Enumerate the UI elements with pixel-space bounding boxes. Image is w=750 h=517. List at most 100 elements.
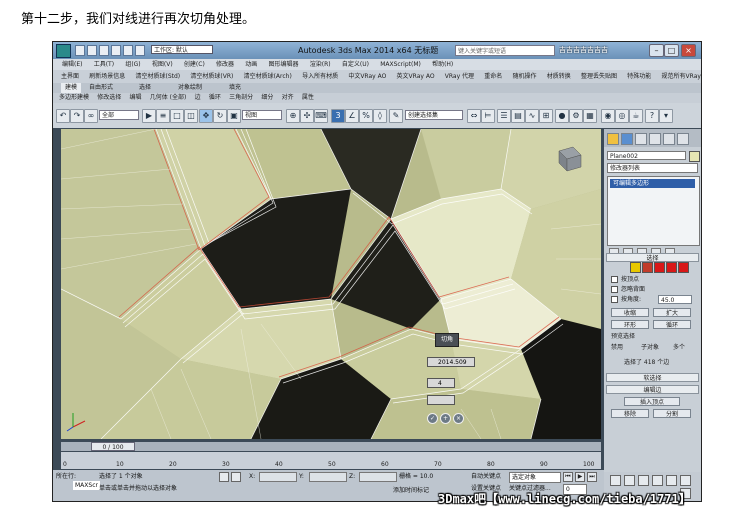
zoom-extents-icon[interactable] [638, 475, 649, 486]
cancel-icon[interactable]: × [453, 413, 464, 424]
ok-icon[interactable]: ✓ [427, 413, 438, 424]
stack-item-editable-poly[interactable]: 可编辑多边形 [610, 179, 695, 188]
maxscript-listener[interactable]: MAXScr [73, 481, 100, 490]
reference-coordinate-dropdown[interactable]: 视图 [242, 110, 282, 120]
modify-tab-icon[interactable] [621, 133, 633, 145]
scale-icon[interactable]: ▣ [227, 109, 241, 123]
plugin-item[interactable]: 清空材质球(Arch) [244, 70, 292, 83]
ribbon-item[interactable]: 编辑 [130, 93, 142, 103]
object-color-swatch[interactable] [689, 151, 700, 162]
help-icon[interactable]: ? [645, 109, 659, 123]
field-of-view-icon[interactable] [652, 475, 663, 486]
preview-multi-radio[interactable]: 多个 [673, 343, 685, 352]
ribbon-tab-modeling[interactable]: 建模 [61, 83, 82, 93]
plugin-item[interactable]: 规范所有VRay材 [662, 70, 701, 83]
pivot-center-icon[interactable]: ⊕ [286, 109, 300, 123]
x-coordinate-field[interactable] [259, 472, 297, 482]
go-to-start-icon[interactable]: ⏮ [563, 472, 573, 482]
schematic-view-icon[interactable]: ⊞ [539, 109, 553, 123]
plugin-item[interactable]: 导入所有材质 [302, 70, 338, 83]
zoom-icon[interactable] [610, 475, 621, 486]
plugin-item[interactable]: 清空材质球(VR) [190, 70, 233, 83]
ignore-backfacing-checkbox[interactable]: 忽略背面 [611, 286, 645, 294]
angle-value-field[interactable]: 45.0 [658, 295, 692, 304]
chamfer-amount-field[interactable]: 2014.509 [427, 357, 475, 367]
layer-manager-icon[interactable]: ☰ [497, 109, 511, 123]
menu-help[interactable]: 帮助(H) [432, 59, 453, 70]
new-file-icon[interactable] [75, 45, 85, 56]
preview-subobject-radio[interactable]: 子对象 [641, 343, 659, 352]
plugin-item[interactable]: 刷新场景信息 [89, 70, 125, 83]
grow-button[interactable]: 扩大 [653, 308, 691, 317]
plugin-item[interactable]: 中文VRay AO [348, 70, 386, 83]
preview-disabled-radio[interactable]: 禁用 [611, 343, 623, 352]
time-slider[interactable]: 0 / 100 [61, 442, 601, 451]
edit-named-selection-icon[interactable]: ✎ [389, 109, 403, 123]
ribbon-tab-selection[interactable]: 选择 [139, 83, 151, 93]
ribbon-item[interactable]: 细分 [261, 93, 273, 103]
named-selection-dropdown[interactable]: 创建选择集 [405, 110, 463, 120]
menu-create[interactable]: 创建(C) [184, 59, 205, 70]
menu-views[interactable]: 视图(V) [152, 59, 173, 70]
maximize-button[interactable]: □ [664, 44, 679, 57]
plugin-item[interactable]: 重命名 [484, 70, 502, 83]
mirror-icon[interactable]: ⇔ [467, 109, 481, 123]
split-button[interactable]: 分割 [653, 409, 691, 418]
ring-button[interactable]: 环形 [611, 320, 649, 329]
menu-rendering[interactable]: 渲染(R) [310, 59, 331, 70]
keyboard-shortcut-icon[interactable]: ⌨ [314, 109, 328, 123]
ribbon-item[interactable]: 属性 [302, 93, 314, 103]
hierarchy-tab-icon[interactable] [635, 133, 647, 145]
vertex-subobject-icon[interactable] [630, 262, 641, 273]
redo-icon[interactable] [123, 45, 133, 56]
selection-rollout-header[interactable]: 选择 [606, 253, 699, 262]
render-iterative-icon[interactable]: ◎ [615, 109, 629, 123]
menu-animation[interactable]: 动画 [245, 59, 257, 70]
polygon-subobject-icon[interactable] [666, 262, 677, 273]
selection-filter-dropdown[interactable]: 全部 [99, 110, 139, 120]
absolute-mode-icon[interactable] [231, 472, 241, 482]
plugin-item[interactable]: 特殊功能 [627, 70, 651, 83]
add-time-tag-button[interactable]: 添加时间标记 [393, 486, 429, 495]
lock-selection-icon[interactable] [219, 472, 229, 482]
by-angle-checkbox[interactable]: 按角度: [611, 296, 641, 304]
select-by-name-icon[interactable]: ≡ [156, 109, 170, 123]
edit-edges-rollout[interactable]: 编辑边 [606, 385, 699, 394]
play-icon[interactable]: ▶ [575, 472, 585, 482]
remove-button[interactable]: 移除 [611, 409, 649, 418]
create-tab-icon[interactable] [607, 133, 619, 145]
select-manipulate-icon[interactable]: ✣ [300, 109, 314, 123]
render-production-icon[interactable]: ◉ [601, 109, 615, 123]
key-filter-dropdown[interactable]: 选定对象 [509, 472, 561, 483]
close-button[interactable]: × [681, 44, 696, 57]
by-vertex-checkbox[interactable]: 按顶点 [611, 276, 639, 284]
rectangle-selection-icon[interactable]: □ [170, 109, 184, 123]
shrink-button[interactable]: 收缩 [611, 308, 649, 317]
search-input[interactable]: 键入关键字或短语 [455, 45, 555, 56]
align-icon[interactable]: ⊨ [481, 109, 495, 123]
apply-icon[interactable]: + [440, 413, 451, 424]
workspace-dropdown[interactable]: 工作区: 默认 [151, 45, 213, 54]
window-crossing-icon[interactable]: ◫ [184, 109, 198, 123]
ribbon-tab-populate[interactable]: 填充 [229, 83, 241, 93]
app-logo-icon[interactable] [56, 44, 71, 58]
track-bar[interactable]: 0 10 20 30 40 50 60 70 80 90 100 [61, 452, 601, 469]
perspective-viewport[interactable]: 切角 2014.509 4 ✓ + × [61, 129, 601, 439]
render-active-icon[interactable]: ☕ [629, 109, 643, 123]
loop-button[interactable]: 循环 [653, 320, 691, 329]
save-file-icon[interactable] [99, 45, 109, 56]
plugin-item[interactable]: 主界面 [61, 70, 79, 83]
ribbon-item[interactable]: 几何体 (全部) [150, 93, 187, 103]
minimize-button[interactable]: – [649, 44, 664, 57]
link-icon[interactable]: ∞ [84, 109, 98, 123]
plugin-item[interactable]: 随机操作 [513, 70, 537, 83]
plugin-item[interactable]: 英文VRay AO [397, 70, 435, 83]
element-subobject-icon[interactable] [678, 262, 689, 273]
ribbon-item[interactable]: 修改选择 [97, 93, 121, 103]
object-name-field[interactable]: Plane002 [607, 151, 686, 160]
ribbon-item[interactable]: 边 [195, 93, 201, 103]
plugin-item[interactable]: VRay 代理 [445, 70, 474, 83]
time-slider-thumb[interactable]: 0 / 100 [91, 442, 135, 451]
plugin-item[interactable]: 清空材质球(Std) [136, 70, 181, 83]
open-file-icon[interactable] [87, 45, 97, 56]
